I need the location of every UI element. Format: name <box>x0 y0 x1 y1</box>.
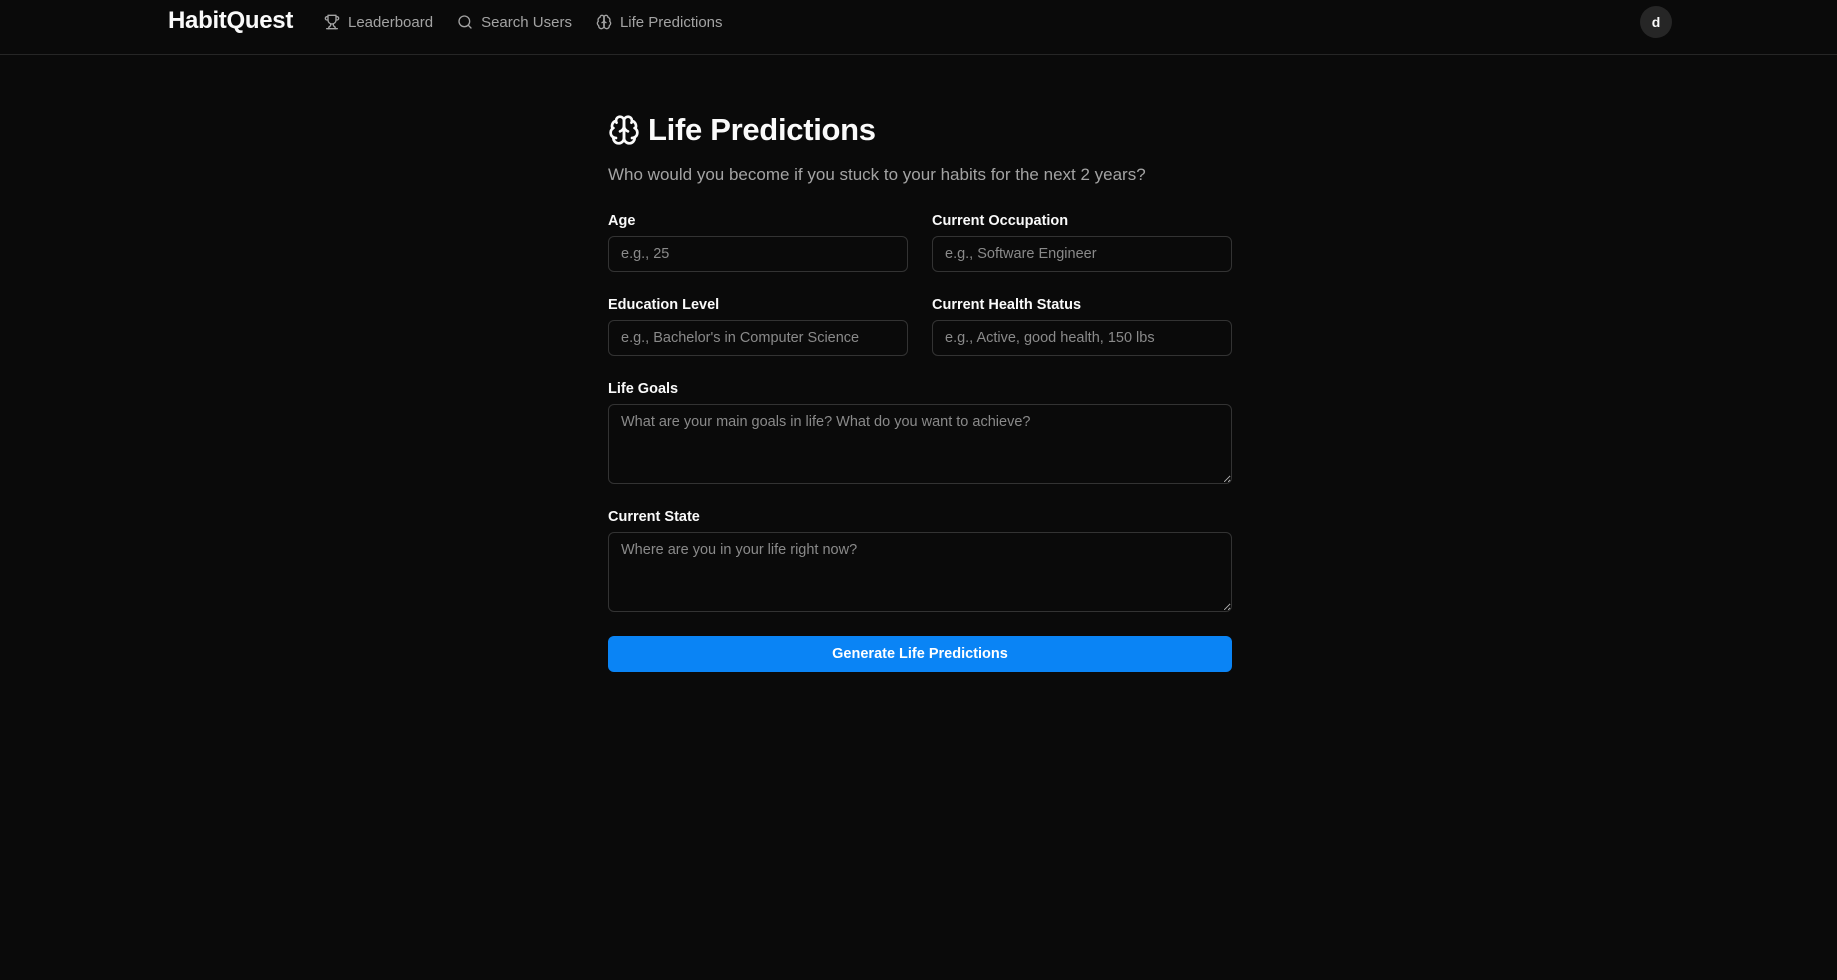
occupation-field-group: Current Occupation <box>932 213 1232 272</box>
goals-textarea[interactable] <box>608 404 1232 484</box>
goals-field-group: Life Goals <box>608 381 1232 484</box>
life-predictions-page: Life Predictions Who would you become if… <box>608 110 1232 672</box>
search-icon <box>457 14 473 30</box>
goals-label: Life Goals <box>608 381 679 397</box>
nav-item-search-users[interactable]: Search Users <box>457 12 572 32</box>
brain-icon <box>596 14 612 30</box>
health-label: Current Health Status <box>932 297 1082 313</box>
age-label: Age <box>608 213 636 229</box>
state-label: Current State <box>608 509 700 525</box>
page-header: Life Predictions <box>608 110 1232 150</box>
nav-item-life-predictions[interactable]: Life Predictions <box>596 12 723 32</box>
trophy-icon <box>324 14 340 30</box>
education-label: Education Level <box>608 297 720 313</box>
state-textarea[interactable] <box>608 532 1232 612</box>
occupation-input[interactable] <box>932 236 1232 272</box>
page-subtitle: Who would you become if you stuck to you… <box>608 165 1146 184</box>
main-nav: Leaderboard Search Users Life Prediction… <box>324 12 723 32</box>
health-input[interactable] <box>932 320 1232 356</box>
education-input[interactable] <box>608 320 908 356</box>
nav-item-label: Life Predictions <box>619 13 723 31</box>
nav-item-label: Search Users <box>481 13 572 31</box>
state-field-group: Current State <box>608 509 1232 612</box>
age-field-group: Age <box>608 213 908 272</box>
nav-item-label: Leaderboard <box>348 13 434 31</box>
user-avatar[interactable]: d <box>1640 6 1672 38</box>
health-field-group: Current Health Status <box>932 297 1232 356</box>
nav-item-leaderboard[interactable]: Leaderboard <box>324 12 433 32</box>
age-input[interactable] <box>608 236 908 272</box>
form-row: Age Current Occupation <box>608 213 1232 272</box>
brain-icon <box>608 114 640 146</box>
education-field-group: Education Level <box>608 297 908 356</box>
generate-predictions-button[interactable]: Generate Life Predictions <box>608 636 1232 672</box>
brand-logo[interactable]: HabitQuest <box>168 7 293 35</box>
life-predictions-form: Age Current Occupation Education Level C… <box>608 213 1232 672</box>
page-title: Life Predictions <box>648 112 876 147</box>
form-row: Education Level Current Health Status <box>608 297 1232 356</box>
occupation-label: Current Occupation <box>932 213 1069 229</box>
top-navbar: HabitQuest Leaderboard Search Users Life… <box>0 0 1837 55</box>
